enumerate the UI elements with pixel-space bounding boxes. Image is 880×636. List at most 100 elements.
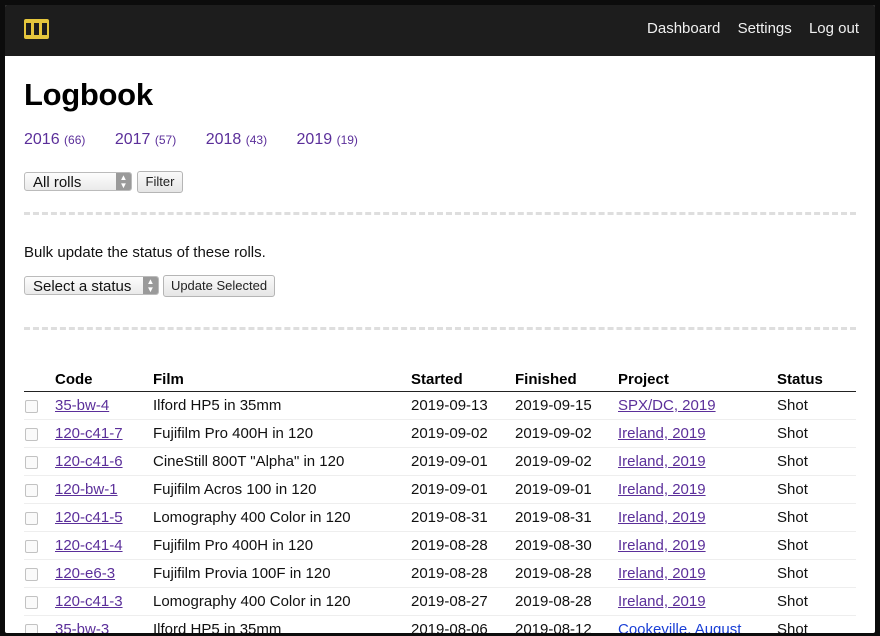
project-link[interactable]: Ireland, 2019 — [618, 509, 706, 526]
table-row: 35-bw-3 Ilford HP5 in 35mm 2019-08-06 20… — [24, 615, 856, 633]
roll-code-link[interactable]: 120-c41-6 — [55, 453, 123, 470]
chevron-updown-icon: ▲ ▼ — [116, 173, 131, 190]
roll-code-link[interactable]: 120-c41-7 — [55, 425, 123, 442]
project-link[interactable]: Ireland, 2019 — [618, 481, 706, 498]
project-link[interactable]: Cookeville, August — [618, 621, 741, 633]
chevron-updown-icon: ▲ ▼ — [143, 277, 158, 294]
project-link[interactable]: Ireland, 2019 — [618, 537, 706, 554]
year-link-2018[interactable]: 2018 (43) — [206, 131, 267, 148]
project-link[interactable]: Ireland, 2019 — [618, 425, 706, 442]
bulk-update-text: Bulk update the status of these rolls. — [24, 244, 266, 261]
roll-code-link[interactable]: 120-bw-1 — [55, 481, 118, 498]
page-title: Logbook — [24, 77, 153, 112]
row-checkbox[interactable] — [25, 539, 38, 553]
rolls-table: Code Film Started Finished Project Statu… — [24, 365, 856, 633]
table-row: 120-bw-1 Fujifilm Acros 100 in 120 2019-… — [24, 475, 856, 504]
row-checkbox[interactable] — [25, 623, 38, 633]
project-link[interactable]: SPX/DC, 2019 — [618, 397, 716, 414]
finished-cell: 2019-08-28 — [515, 587, 618, 616]
year-filter-links: 2016 (66) 2017 (57) 2018 (43) 2019 (19) — [24, 131, 383, 149]
status-cell: Shot — [777, 559, 856, 588]
row-checkbox[interactable] — [25, 427, 38, 441]
status-cell: Shot — [777, 419, 856, 448]
status-select[interactable]: Select a status ▲ ▼ — [24, 276, 159, 295]
header-code: Code — [55, 365, 153, 392]
browser-content: Dashboard Settings Log out Logbook 2016 … — [5, 5, 875, 633]
row-checkbox[interactable] — [25, 399, 38, 413]
film-cell: Fujifilm Pro 400H in 120 — [153, 419, 411, 448]
started-cell: 2019-09-02 — [411, 419, 515, 448]
finished-cell: 2019-09-02 — [515, 447, 618, 476]
status-cell: Shot — [777, 587, 856, 616]
header-select — [24, 365, 55, 392]
film-cell: Lomography 400 Color in 120 — [153, 587, 411, 616]
table-row: 120-c41-7 Fujifilm Pro 400H in 120 2019-… — [24, 419, 856, 448]
project-link[interactable]: Ireland, 2019 — [618, 565, 706, 582]
film-strip-icon[interactable] — [24, 19, 49, 39]
row-checkbox[interactable] — [25, 511, 38, 525]
nav-dashboard-link[interactable]: Dashboard — [647, 20, 720, 37]
finished-cell: 2019-09-02 — [515, 419, 618, 448]
roll-code-link[interactable]: 120-c41-4 — [55, 537, 123, 554]
roll-code-link[interactable]: 35-bw-3 — [55, 621, 109, 633]
finished-cell: 2019-08-12 — [515, 615, 618, 633]
project-link[interactable]: Ireland, 2019 — [618, 593, 706, 610]
header-started: Started — [411, 365, 515, 392]
started-cell: 2019-08-31 — [411, 503, 515, 532]
finished-cell: 2019-08-28 — [515, 559, 618, 588]
divider — [24, 327, 856, 330]
status-cell: Shot — [777, 391, 856, 420]
filter-button[interactable]: Filter — [137, 171, 183, 193]
roll-code-link[interactable]: 120-e6-3 — [55, 565, 115, 582]
year-link-2019[interactable]: 2019 (19) — [297, 131, 358, 148]
finished-cell: 2019-09-15 — [515, 391, 618, 420]
started-cell: 2019-08-06 — [411, 615, 515, 633]
nav-links: Dashboard Settings Log out — [634, 20, 859, 37]
project-link[interactable]: Ireland, 2019 — [618, 453, 706, 470]
status-cell: Shot — [777, 615, 856, 633]
started-cell: 2019-09-13 — [411, 391, 515, 420]
table-row: 120-c41-5 Lomography 400 Color in 120 20… — [24, 503, 856, 532]
nav-settings-link[interactable]: Settings — [738, 20, 792, 37]
status-cell: Shot — [777, 531, 856, 560]
status-cell: Shot — [777, 447, 856, 476]
started-cell: 2019-08-27 — [411, 587, 515, 616]
table-row: 35-bw-4 Ilford HP5 in 35mm 2019-09-13 20… — [24, 391, 856, 420]
film-cell: Ilford HP5 in 35mm — [153, 615, 411, 633]
table-row: 120-c41-4 Fujifilm Pro 400H in 120 2019-… — [24, 531, 856, 560]
started-cell: 2019-08-28 — [411, 559, 515, 588]
header-finished: Finished — [515, 365, 618, 392]
divider — [24, 212, 856, 215]
started-cell: 2019-08-28 — [411, 531, 515, 560]
film-cell: Lomography 400 Color in 120 — [153, 503, 411, 532]
table-row: 120-c41-3 Lomography 400 Color in 120 20… — [24, 587, 856, 616]
row-checkbox[interactable] — [25, 567, 38, 581]
row-checkbox[interactable] — [25, 455, 38, 469]
year-link-2016[interactable]: 2016 (66) — [24, 131, 85, 148]
nav-logout-link[interactable]: Log out — [809, 20, 859, 37]
top-navbar: Dashboard Settings Log out — [5, 5, 875, 56]
film-cell: Fujifilm Pro 400H in 120 — [153, 531, 411, 560]
header-status: Status — [777, 365, 856, 392]
roll-filter-select[interactable]: All rolls ▲ ▼ — [24, 172, 132, 191]
finished-cell: 2019-08-30 — [515, 531, 618, 560]
film-cell: Fujifilm Provia 100F in 120 — [153, 559, 411, 588]
roll-code-link[interactable]: 120-c41-5 — [55, 509, 123, 526]
finished-cell: 2019-09-01 — [515, 475, 618, 504]
table-row: 120-e6-3 Fujifilm Provia 100F in 120 201… — [24, 559, 856, 588]
row-checkbox[interactable] — [25, 595, 38, 609]
roll-code-link[interactable]: 120-c41-3 — [55, 593, 123, 610]
status-select-value: Select a status — [33, 278, 132, 295]
row-checkbox[interactable] — [25, 483, 38, 497]
header-film: Film — [153, 365, 411, 392]
finished-cell: 2019-08-31 — [515, 503, 618, 532]
update-selected-button[interactable]: Update Selected — [163, 275, 275, 297]
roll-code-link[interactable]: 35-bw-4 — [55, 397, 109, 414]
status-cell: Shot — [777, 503, 856, 532]
year-link-2017[interactable]: 2017 (57) — [115, 131, 176, 148]
started-cell: 2019-09-01 — [411, 475, 515, 504]
roll-filter-select-value: All rolls — [33, 174, 82, 191]
film-cell: Fujifilm Acros 100 in 120 — [153, 475, 411, 504]
started-cell: 2019-09-01 — [411, 447, 515, 476]
table-header-row: Code Film Started Finished Project Statu… — [24, 365, 856, 392]
